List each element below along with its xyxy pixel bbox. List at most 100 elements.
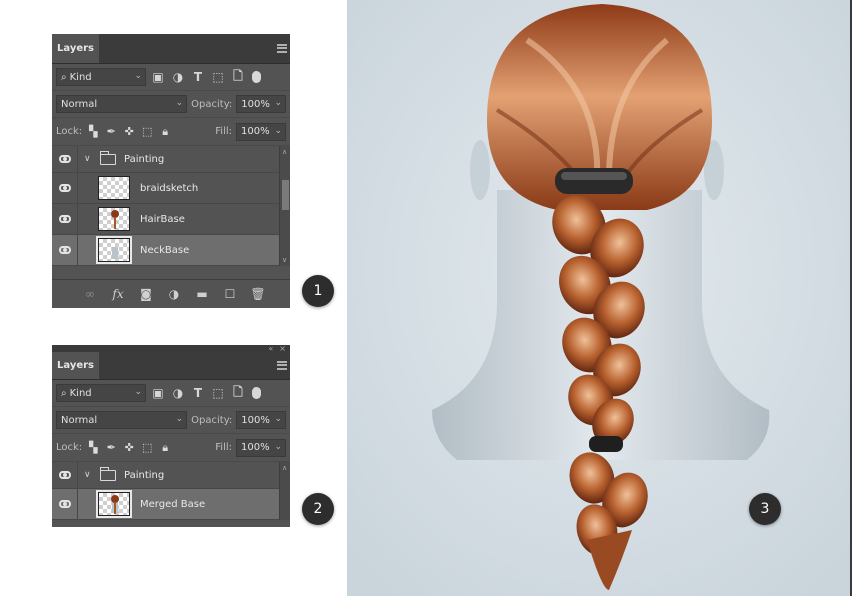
folder-icon	[99, 150, 116, 165]
blend-mode-select[interactable]: Normal ⌄	[56, 411, 188, 429]
opacity-input[interactable]: 100% ⌄	[236, 411, 286, 429]
lock-image-pixels-icon[interactable]: ✒	[104, 125, 118, 139]
image-filter-icon[interactable]: ▣	[150, 386, 166, 400]
eye-icon	[58, 184, 71, 192]
lock-position-icon[interactable]: ✜	[122, 125, 136, 139]
chevron-down-icon: ⌄	[274, 441, 282, 452]
smart-object-filter-icon[interactable]: 🗋	[230, 385, 246, 400]
eye-icon	[58, 215, 71, 223]
blend-mode-value: Normal	[61, 414, 98, 426]
layer-thumbnail	[96, 490, 132, 518]
panel-menu-icon[interactable]	[277, 360, 287, 370]
chevron-down-icon: ⌄	[274, 414, 282, 424]
lock-transparent-pixels-icon[interactable]: ▚	[86, 441, 100, 455]
layer-scrollbar[interactable]: ∧ ∨	[279, 146, 290, 266]
layer-style-fx-icon[interactable]: fx	[110, 286, 126, 302]
layer-name: braidsketch	[140, 182, 199, 194]
fill-label: Fill:	[215, 442, 232, 453]
filter-toggle[interactable]	[252, 71, 261, 83]
fill-input[interactable]: 100% ⌄	[236, 122, 286, 141]
kind-filter-select[interactable]: ⌕ Kind ⌄	[56, 384, 146, 402]
layers-panel-2: « × Layers ⌕ Kind ⌄ ▣ ◑ T ⬚ 🗋 Normal ⌄ O…	[52, 345, 290, 527]
adjustment-filter-icon[interactable]: ◑	[170, 386, 186, 400]
chevron-down-icon: ⌄	[274, 125, 282, 136]
layer-row-selected[interactable]: Merged Base	[52, 489, 290, 520]
panel-tab-bar: Layers	[52, 352, 290, 380]
kind-filter-label: Kind	[69, 387, 92, 399]
link-layers-icon[interactable]: ∞	[82, 286, 98, 302]
layer-group-row[interactable]: ∨ Painting	[52, 146, 290, 173]
lock-image-pixels-icon[interactable]: ✒	[104, 441, 118, 455]
adjustment-filter-icon[interactable]: ◑	[170, 70, 186, 84]
layer-name: HairBase	[140, 213, 185, 225]
layers-panel-1: Layers ⌕ Kind ⌄ ▣ ◑ T ⬚ 🗋 Normal ⌄ Opaci…	[52, 34, 290, 308]
type-filter-icon[interactable]: T	[190, 386, 206, 400]
lock-position-icon[interactable]: ✜	[122, 441, 136, 455]
search-icon: ⌕	[61, 387, 67, 399]
chevron-down-icon: ⌄	[175, 414, 184, 424]
layer-group-row[interactable]: ∨ Painting	[52, 462, 290, 489]
scroll-up-icon[interactable]: ∧	[282, 148, 287, 156]
layer-row[interactable]: HairBase	[52, 204, 290, 235]
shape-filter-icon[interactable]: ⬚	[210, 386, 226, 400]
lock-artboard-icon[interactable]: ⬚	[140, 441, 154, 455]
lock-row: Lock: ▚ ✒ ✜ ⬚ 🔒︎ Fill: 100% ⌄	[52, 118, 290, 146]
lock-transparent-pixels-icon[interactable]: ▚	[86, 125, 100, 139]
layer-row[interactable]: braidsketch	[52, 173, 290, 204]
merged-thumbnail-icon	[111, 495, 119, 514]
lock-all-icon[interactable]: 🔒︎	[158, 125, 172, 139]
chevron-down-icon: ⌄	[175, 98, 184, 108]
new-group-icon[interactable]: ▬	[194, 286, 210, 302]
layer-thumbnail	[96, 236, 132, 264]
layer-name: NeckBase	[140, 244, 190, 256]
group-name: Painting	[124, 153, 165, 165]
scroll-thumb[interactable]	[282, 180, 289, 210]
scroll-down-icon[interactable]: ∨	[282, 256, 287, 264]
image-filter-icon[interactable]: ▣	[150, 70, 166, 84]
layer-row-selected[interactable]: NeckBase	[52, 235, 290, 266]
panel-menu-icon[interactable]	[277, 43, 287, 53]
step-badge-1: 1	[302, 275, 334, 307]
lock-all-icon[interactable]: 🔒︎	[158, 441, 172, 455]
chevron-down-icon[interactable]: ∨	[84, 470, 96, 480]
layer-list: ∨ Painting braidsketch HairBase NeckBase…	[52, 146, 290, 266]
kind-filter-select[interactable]: ⌕ Kind ⌄	[56, 68, 146, 86]
fill-input[interactable]: 100% ⌄	[236, 438, 286, 457]
filter-row: ⌕ Kind ⌄ ▣ ◑ T ⬚ 🗋	[52, 380, 290, 407]
chevron-down-icon: ⌄	[134, 387, 142, 397]
opacity-input[interactable]: 100% ⌄	[236, 95, 286, 113]
canvas-artwork: 3	[347, 0, 852, 596]
type-filter-icon[interactable]: T	[190, 70, 206, 84]
eye-icon	[58, 471, 71, 479]
visibility-toggle[interactable]	[52, 173, 78, 203]
shape-filter-icon[interactable]: ⬚	[210, 70, 226, 84]
scroll-up-icon[interactable]: ∧	[282, 464, 287, 472]
group-name: Painting	[124, 469, 165, 481]
layers-tab[interactable]: Layers	[52, 34, 99, 63]
smart-object-filter-icon[interactable]: 🗋	[230, 69, 246, 84]
fill-value: 100%	[241, 442, 270, 453]
add-mask-icon[interactable]: ◙	[138, 286, 154, 302]
eye-icon	[58, 246, 71, 254]
visibility-toggle[interactable]	[52, 204, 78, 234]
search-icon: ⌕	[61, 71, 67, 83]
chevron-down-icon[interactable]: ∨	[84, 154, 96, 164]
close-panel-icon[interactable]: ×	[279, 345, 286, 353]
filter-toggle[interactable]	[252, 387, 261, 399]
adjustment-layer-icon[interactable]: ◑	[166, 286, 182, 302]
new-layer-icon[interactable]: ☐	[222, 286, 238, 302]
visibility-toggle[interactable]	[52, 146, 78, 172]
delete-layer-icon[interactable]: 🗑︎	[250, 286, 266, 302]
opacity-value: 100%	[241, 414, 270, 426]
filter-row: ⌕ Kind ⌄ ▣ ◑ T ⬚ 🗋	[52, 64, 290, 91]
blend-mode-select[interactable]: Normal ⌄	[56, 95, 188, 113]
visibility-toggle[interactable]	[52, 235, 78, 265]
layer-scrollbar[interactable]: ∧	[279, 462, 290, 520]
layers-tab[interactable]: Layers	[52, 352, 99, 379]
collapse-panels-icon[interactable]: «	[268, 345, 273, 353]
panel-header-strip: « ×	[52, 345, 290, 353]
lock-artboard-icon[interactable]: ⬚	[140, 125, 154, 139]
fill-value: 100%	[241, 126, 270, 137]
visibility-toggle[interactable]	[52, 489, 78, 519]
visibility-toggle[interactable]	[52, 462, 78, 488]
